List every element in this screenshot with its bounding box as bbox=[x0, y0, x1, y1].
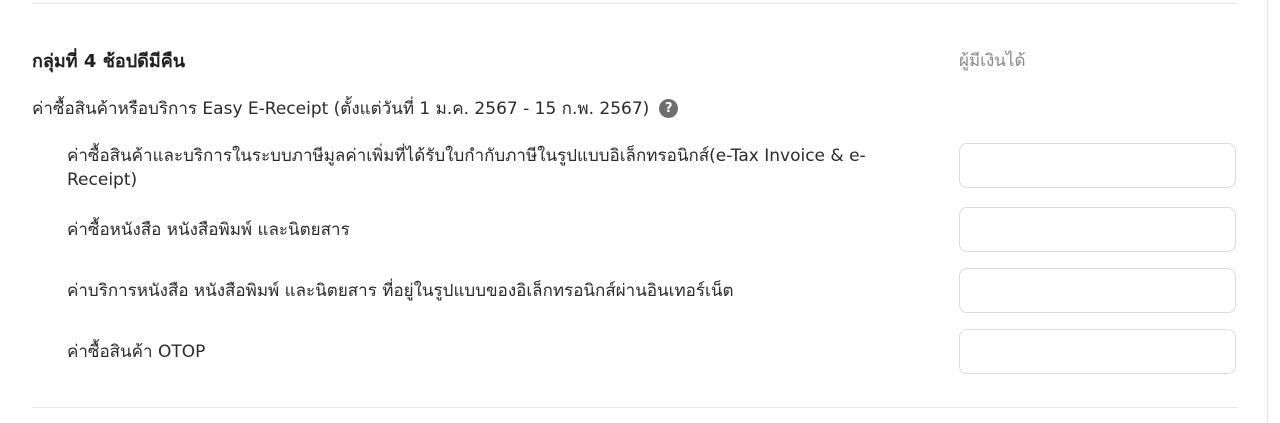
section-easy-e-receipt: ค่าซื้อสินค้าหรือบริการ Easy E-Receipt (… bbox=[32, 95, 679, 122]
item-label-otop: ค่าซื้อสินค้า OTOP bbox=[67, 342, 206, 362]
top-divider bbox=[32, 3, 1237, 4]
e-books-amount-input[interactable] bbox=[959, 268, 1236, 313]
item-label-line: Receipt) bbox=[67, 170, 138, 190]
help-icon[interactable]: ? bbox=[659, 99, 679, 118]
item-label-e-books: ค่าบริการหนังสือ หนังสือพิมพ์ และนิตยสาร… bbox=[67, 281, 734, 301]
group-title: กลุ่มที่ 4 ช้อปดีมีคืน bbox=[32, 51, 186, 72]
item-label-line: ค่าซื้อสินค้าและบริการในระบบภาษีมูลค่าเพ… bbox=[67, 146, 866, 166]
section-title: ค่าซื้อสินค้าหรือบริการ Easy E-Receipt (… bbox=[32, 99, 650, 119]
otop-amount-input[interactable] bbox=[959, 329, 1236, 374]
bottom-divider bbox=[32, 407, 1237, 408]
panel-right-border bbox=[1267, 0, 1268, 423]
e-tax-invoice-amount-input[interactable] bbox=[959, 143, 1236, 188]
books-amount-input[interactable] bbox=[959, 207, 1236, 252]
item-label-e-tax-invoice: ค่าซื้อสินค้าและบริการในระบบภาษีมูลค่าเพ… bbox=[67, 144, 866, 192]
item-label-books: ค่าซื้อหนังสือ หนังสือพิมพ์ และนิตยสาร bbox=[67, 220, 350, 240]
tax-deduction-panel: กลุ่มที่ 4 ช้อปดีมีคืน ผู้มีเงินได้ ค่าซ… bbox=[0, 0, 1280, 423]
column-header-taxpayer: ผู้มีเงินได้ bbox=[959, 51, 1026, 71]
